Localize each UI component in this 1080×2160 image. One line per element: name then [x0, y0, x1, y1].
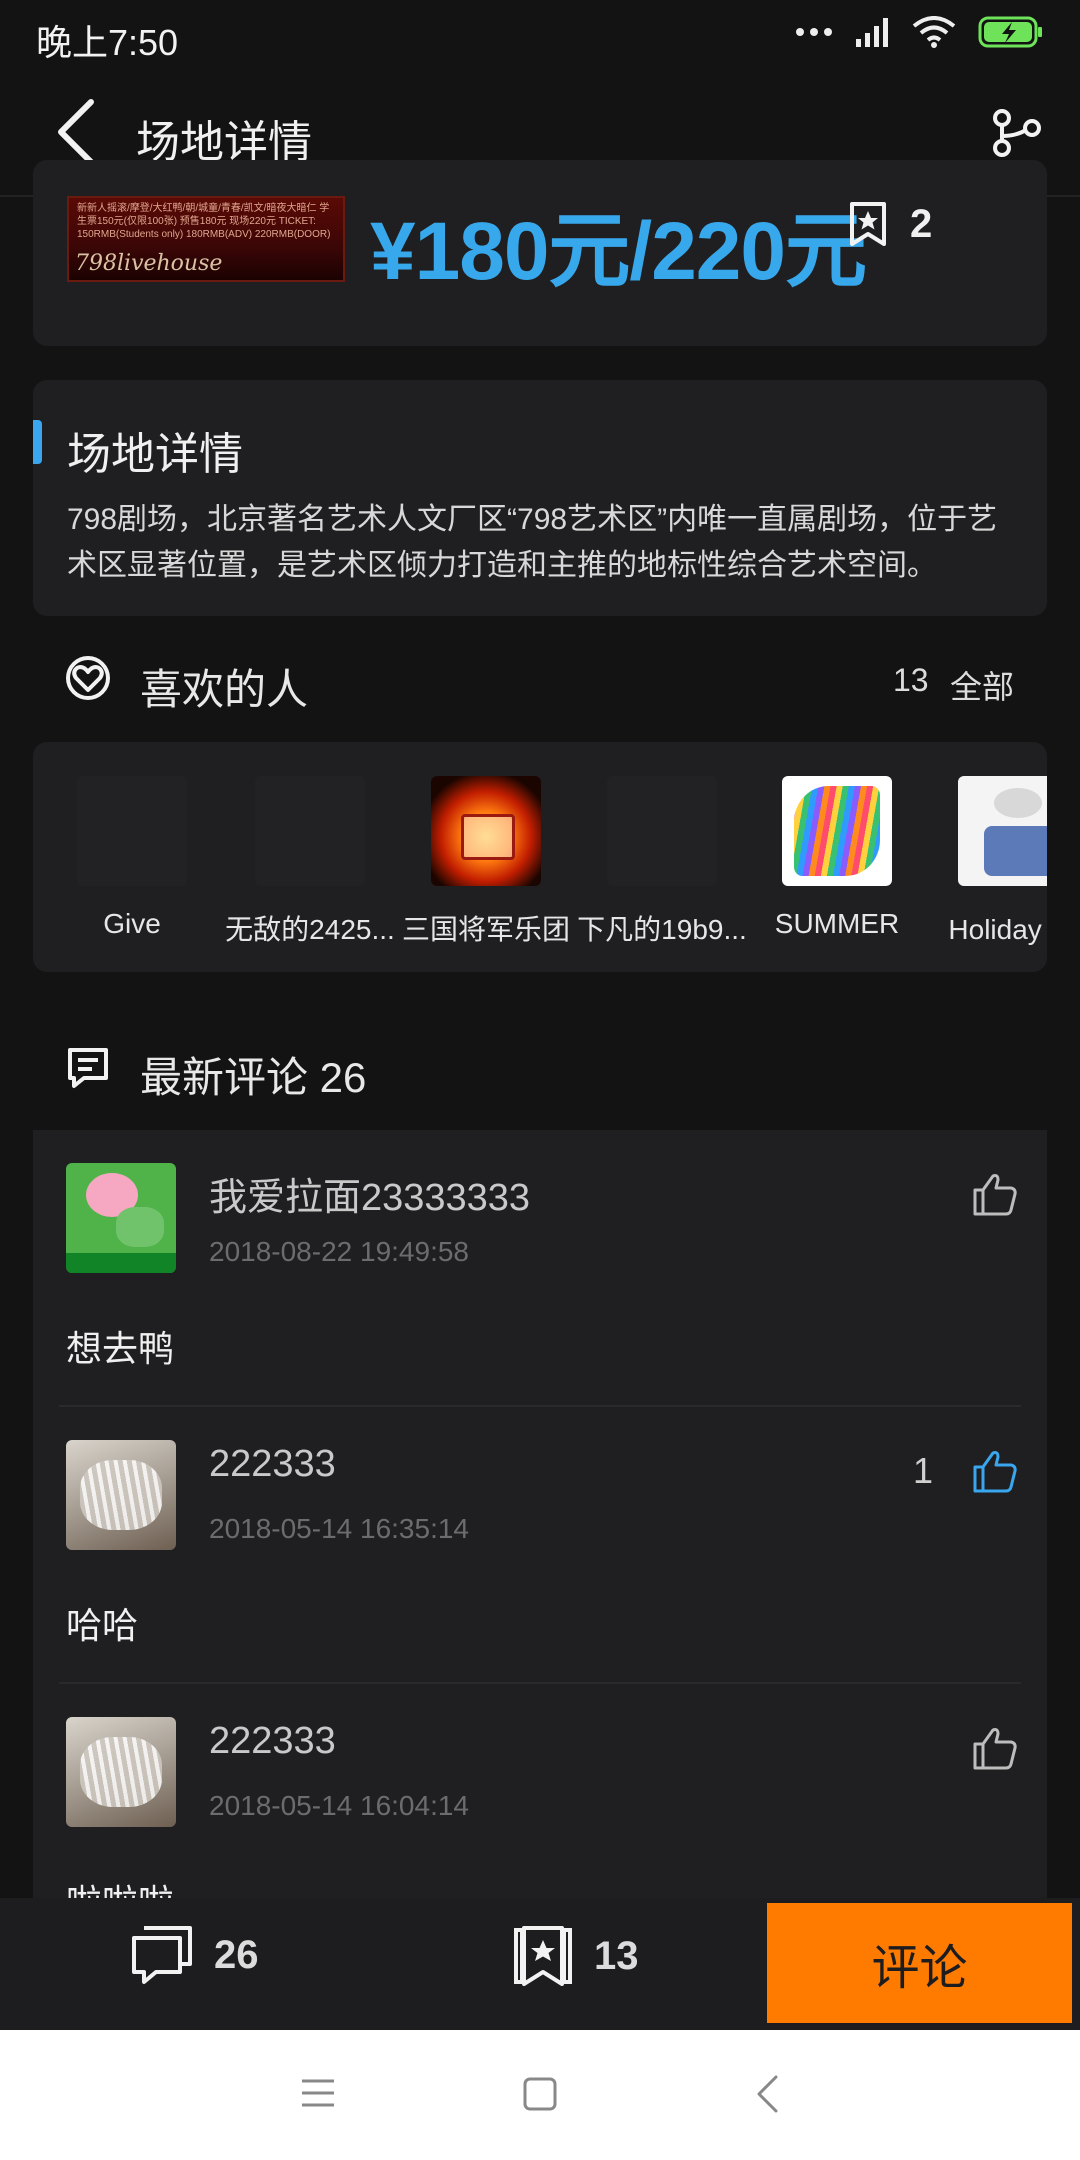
- liker-name: 下凡的19b9...: [577, 914, 747, 945]
- comment-username[interactable]: 222333: [209, 1443, 336, 1486]
- avatar: [607, 776, 717, 886]
- ticket-price: ¥180元/220元: [370, 206, 867, 297]
- system-nav-bar: [0, 2030, 1080, 2160]
- venue-description: 798剧场，北京著名艺术人文厂区“798艺术区”内唯一直属剧场，位于艺术区显著位…: [67, 503, 998, 582]
- like-button[interactable]: [933, 1724, 1019, 1772]
- more-dots-icon: [794, 25, 834, 43]
- favorite-button[interactable]: 2: [848, 200, 932, 248]
- chevron-left-icon: [58, 99, 94, 165]
- like-button[interactable]: [933, 1170, 1019, 1218]
- status-time: 晚上7:50: [36, 22, 179, 63]
- avatar[interactable]: [66, 1440, 176, 1550]
- wifi-icon: [912, 15, 956, 53]
- favorite-count: 2: [910, 201, 933, 246]
- comment-text: 啦啦啦: [66, 1874, 174, 1900]
- comment-username[interactable]: 我爱拉面23333333: [209, 1166, 530, 1221]
- comment-time: 2018-05-14 16:35:14: [209, 1513, 469, 1544]
- bookmark-star-icon: [850, 202, 886, 246]
- share-button[interactable]: [984, 100, 1048, 164]
- comment-text: 想去鸭: [66, 1328, 175, 1369]
- likers-count: 13: [893, 662, 929, 698]
- comments-title: 最新评论 26: [140, 1054, 367, 1101]
- comment-username[interactable]: 222333: [209, 1720, 336, 1763]
- signal-icon: [856, 17, 890, 52]
- home-nav-button[interactable]: [522, 2076, 558, 2117]
- comment-time: 2018-08-22 19:49:58: [209, 1236, 469, 1267]
- comments-count-button[interactable]: 26: [130, 1924, 259, 1986]
- collect-count: 13: [594, 1933, 639, 1978]
- liker-name: Holiday 小: [948, 914, 1047, 945]
- liker-item[interactable]: 无敌的2425...: [215, 776, 405, 948]
- hamburger-icon: [302, 2079, 334, 2107]
- comment-text: 哈哈: [66, 1605, 139, 1646]
- thumbs-up-icon: [973, 1728, 1017, 1770]
- avatar: [431, 776, 541, 886]
- liker-name: 三国将军乐团: [401, 914, 570, 945]
- battery-charging-icon: [978, 16, 1044, 53]
- liker-name: 无敌的2425...: [225, 914, 395, 945]
- thumbs-up-icon: [973, 1451, 1017, 1493]
- thumbs-up-icon: [973, 1174, 1017, 1216]
- comment-time: 2018-05-14 16:04:14: [209, 1790, 469, 1821]
- event-poster[interactable]: 新新人摇滚/摩登/大红鸭/朝/城童/青春/凯文/暗夜大暗仁 学生票150元(仅限…: [67, 196, 345, 282]
- liker-item[interactable]: SUMMER: [742, 776, 932, 940]
- avatar[interactable]: [66, 1717, 176, 1827]
- heart-circle-icon: [64, 654, 112, 707]
- venue-details-title: 场地详情: [67, 430, 243, 479]
- avatar: [255, 776, 365, 886]
- likers-view-all[interactable]: 全部: [950, 662, 1014, 708]
- share-nodes-icon: [993, 109, 1041, 157]
- back-nav-button[interactable]: [754, 2074, 780, 2119]
- comments-list: 我爱拉面23333333 2018-08-22 19:49:58 想去鸭 222…: [33, 1130, 1047, 1900]
- square-home-icon: [523, 2077, 557, 2111]
- avatar[interactable]: [66, 1163, 176, 1273]
- collect-count-button[interactable]: 13: [510, 1924, 639, 1988]
- menu-nav-button[interactable]: [300, 2077, 336, 2114]
- avatar: [958, 776, 1047, 886]
- bookmark-star-icon: [514, 1926, 572, 1986]
- like-count: 1: [912, 1450, 933, 1491]
- comment-list-icon: [64, 1044, 112, 1097]
- liker-item[interactable]: 下凡的19b9...: [567, 776, 757, 948]
- avatar: [782, 776, 892, 886]
- status-bar: 晚上7:50: [0, 0, 1080, 70]
- write-comment-button[interactable]: 评论: [767, 1903, 1072, 2023]
- liker-item[interactable]: Holiday 小: [918, 776, 1047, 948]
- like-button[interactable]: 1: [913, 1447, 1019, 1495]
- poster-brand: 798livehouse: [75, 251, 223, 276]
- comment-item: 222333 2018-05-14 16:04:14 啦啦啦: [33, 1684, 1047, 1900]
- chevron-left-icon: [757, 2075, 778, 2113]
- section-accent-bar: [33, 420, 42, 464]
- poster-text: 新新人摇滚/摩登/大红鸭/朝/城童/青春/凯文/暗夜大暗仁 学生票150元(仅限…: [77, 203, 331, 240]
- liker-name: Give: [103, 908, 161, 939]
- liker-item[interactable]: Give: [37, 776, 227, 940]
- status-icons: [794, 14, 1044, 54]
- likers-title: 喜欢的人: [140, 666, 309, 713]
- comment-bubble-icon: [132, 1926, 192, 1984]
- likers-list: Give 无敌的2425... 三国将军乐团 下凡的19b9... SUMMER…: [33, 742, 1047, 972]
- comment-item: 222333 2018-05-14 16:35:14 1 哈哈: [33, 1407, 1047, 1684]
- liker-name: SUMMER: [774, 908, 900, 939]
- liker-item[interactable]: 三国将军乐团: [391, 776, 581, 948]
- avatar: [77, 776, 187, 886]
- comment-count: 26: [214, 1932, 259, 1977]
- comment-item: 我爱拉面23333333 2018-08-22 19:49:58 想去鸭: [33, 1130, 1047, 1407]
